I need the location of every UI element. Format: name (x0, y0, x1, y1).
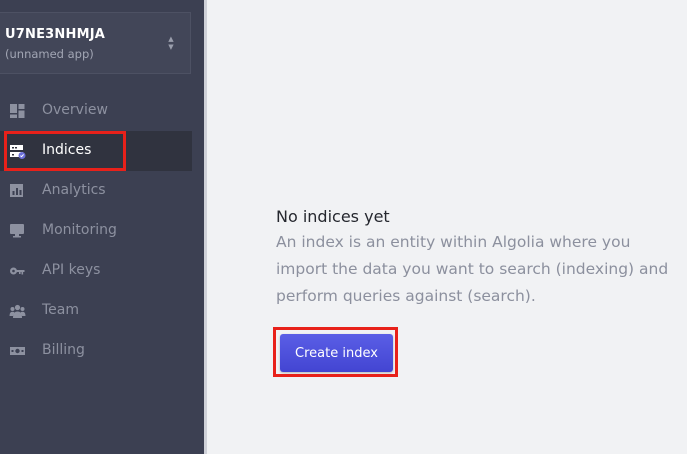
app-id: U7NE3NHMJA (5, 27, 106, 42)
app-switcher[interactable]: U7NE3NHMJA (unnamed app) ▲ ▼ (0, 12, 191, 74)
sidebar-item-overview[interactable]: Overview (0, 91, 192, 131)
sidebar-item-label: Monitoring (42, 222, 117, 238)
sidebar-item-label: Indices (42, 142, 92, 158)
sidebar-item-api-keys[interactable]: API keys (0, 251, 192, 291)
sidebar: U7NE3NHMJA (unnamed app) ▲ ▼ Overview In… (0, 0, 204, 454)
empty-state-description: An index is an entity within Algolia whe… (276, 233, 669, 305)
sidebar-item-label: Analytics (42, 182, 106, 198)
sidebar-nav: Overview Indices Analytics Monitoring AP… (0, 91, 192, 371)
monitor-icon (10, 224, 24, 238)
app-name: (unnamed app) (5, 47, 94, 61)
chevron-up-down-icon: ▲ ▼ (168, 35, 174, 51)
empty-state: No indices yet An index is an entity wit… (276, 205, 676, 310)
sidebar-item-team[interactable]: Team (0, 291, 192, 331)
key-icon (10, 267, 25, 275)
sidebar-item-label: Overview (42, 102, 108, 118)
team-icon (9, 304, 26, 318)
billing-icon (10, 347, 25, 355)
sidebar-item-billing[interactable]: Billing (0, 331, 192, 371)
sidebar-item-label: Billing (42, 342, 85, 358)
sidebar-item-label: Team (42, 302, 80, 318)
sidebar-item-indices[interactable]: Indices (0, 131, 192, 171)
create-index-button[interactable]: Create index (280, 334, 393, 372)
sidebar-item-label: API keys (42, 262, 101, 278)
dashboard-icon (10, 104, 25, 118)
sidebar-item-analytics[interactable]: Analytics (0, 171, 192, 211)
sidebar-divider (204, 0, 207, 454)
sidebar-item-monitoring[interactable]: Monitoring (0, 211, 192, 251)
indices-icon (10, 145, 26, 159)
bar-chart-icon (10, 184, 23, 197)
empty-state-title: No indices yet (276, 207, 390, 226)
